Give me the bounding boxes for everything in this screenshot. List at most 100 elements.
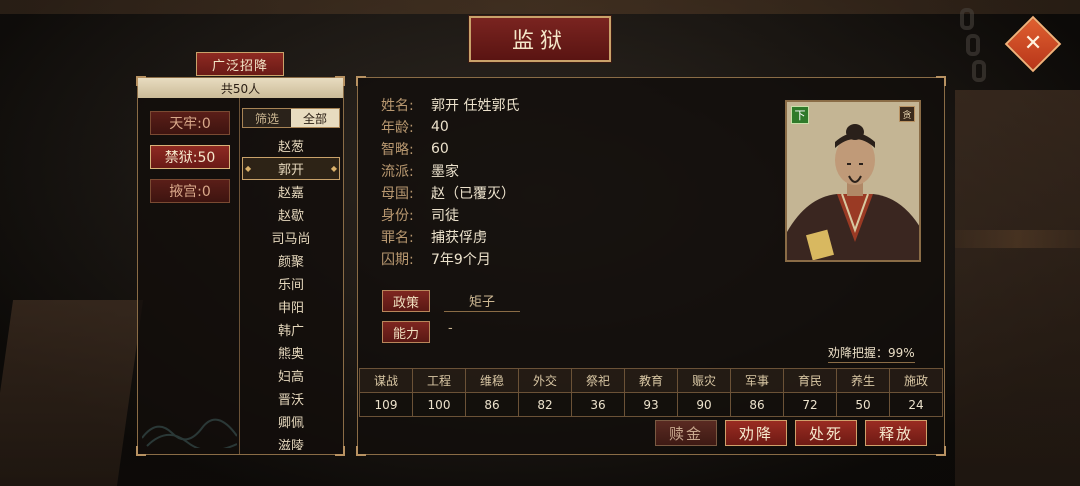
prisoner-detail-panel: 姓名: 郭开 任姓郭氏 年龄: 40 智略: 60 流派: 墨家 母国: 赵（已… <box>356 76 946 456</box>
list-item[interactable]: 司马尚 <box>242 226 340 249</box>
info-row-age: 年龄: 40 <box>381 116 449 138</box>
stat-header: 工程 <box>412 368 466 393</box>
stat-header: 养生 <box>836 368 890 393</box>
list-item[interactable]: 申阳 <box>242 295 340 318</box>
corner-ornament <box>936 76 946 86</box>
info-value: 郭开 任姓郭氏 <box>431 98 520 114</box>
info-row-intellect: 智略: 60 <box>381 138 449 160</box>
corner-ornament <box>356 76 366 86</box>
list-item-selected[interactable]: 郭开 <box>242 157 340 180</box>
info-label: 流派: <box>381 164 414 180</box>
bg-pillar-right <box>955 90 1080 486</box>
surrender-chance: 劝降把握：99% <box>828 344 915 363</box>
release-button[interactable]: 释放 <box>865 420 927 446</box>
stat-value: 50 <box>836 392 890 417</box>
wave-ornament <box>142 418 237 448</box>
prison-list-panel: 共50人 天牢:0 禁狱:50 掖宫:0 筛选 全部 赵葱 郭开 赵嘉 赵歇 司… <box>136 76 345 456</box>
list-item[interactable]: 晋沃 <box>242 387 340 410</box>
list-item[interactable]: 赵葱 <box>242 134 340 157</box>
stat-value: 82 <box>518 392 572 417</box>
info-label: 身份: <box>381 208 414 224</box>
list-item[interactable]: 赵嘉 <box>242 180 340 203</box>
bg-chain <box>972 60 986 82</box>
stat-header: 施政 <box>889 368 943 393</box>
bg-pillar-left <box>0 300 144 486</box>
info-row-name: 姓名: 郭开 任姓郭氏 <box>381 94 519 116</box>
stat-value: 86 <box>730 392 784 417</box>
info-value: 司徒 <box>431 208 459 224</box>
stats-value-row: 109 100 86 82 36 93 90 86 72 50 24 <box>359 392 943 417</box>
bg-beam-right <box>955 230 1080 248</box>
info-value: 墨家 <box>431 164 459 180</box>
info-row-school: 流派: 墨家 <box>381 160 459 182</box>
filter-row: 筛选 全部 <box>242 108 340 128</box>
info-value: 捕获俘虏 <box>431 230 487 246</box>
filter-all-button[interactable]: 全部 <box>291 109 339 127</box>
close-button[interactable]: ✕ <box>1004 15 1062 73</box>
prisoner-name-list: 赵葱 郭开 赵嘉 赵歇 司马尚 颜聚 乐间 申阳 韩广 熊奥 妇高 晋沃 卿佩 … <box>242 134 340 450</box>
stat-value: 86 <box>465 392 519 417</box>
trait-badge: 贪 <box>899 106 915 122</box>
stat-value: 24 <box>889 392 943 417</box>
corner-ornament <box>356 446 366 456</box>
stat-header: 军事 <box>730 368 784 393</box>
list-item[interactable]: 妇高 <box>242 364 340 387</box>
portrait-figure <box>787 102 919 260</box>
stat-value: 93 <box>624 392 678 417</box>
stat-header: 外交 <box>518 368 572 393</box>
bg-chain <box>960 8 974 30</box>
persuade-button[interactable]: 劝降 <box>725 420 787 446</box>
info-label: 罪名: <box>381 230 414 246</box>
policy-value: 矩子 <box>444 290 520 312</box>
info-row-crime: 罪名: 捕获俘虏 <box>381 226 487 248</box>
info-value: 赵（已覆灭） <box>431 186 515 202</box>
filter-button[interactable]: 筛选 <box>243 109 291 127</box>
stat-value: 109 <box>359 392 413 417</box>
stat-value: 72 <box>783 392 837 417</box>
bg-beam-top <box>0 0 1080 14</box>
list-item[interactable]: 滋陵 <box>242 433 340 450</box>
list-item[interactable]: 颜聚 <box>242 249 340 272</box>
list-item[interactable]: 卿佩 <box>242 410 340 433</box>
list-item[interactable]: 熊奥 <box>242 341 340 364</box>
info-value: 60 <box>431 141 449 157</box>
info-label: 智略: <box>381 142 414 158</box>
close-x-icon: ✕ <box>1023 31 1043 56</box>
list-item[interactable]: 韩广 <box>242 318 340 341</box>
info-label: 年龄: <box>381 120 414 136</box>
stat-value: 90 <box>677 392 731 417</box>
prisoner-portrait: 下 贪 <box>785 100 921 262</box>
prison-tab-yegong[interactable]: 掖宫:0 <box>150 179 230 203</box>
ability-value: - <box>448 321 453 336</box>
ability-button[interactable]: 能力 <box>382 321 430 343</box>
info-row-sentence: 囚期: 7年9个月 <box>381 248 491 270</box>
stat-header: 教育 <box>624 368 678 393</box>
prison-tab-tianlao[interactable]: 天牢:0 <box>150 111 230 135</box>
info-value: 40 <box>431 119 449 135</box>
info-row-identity: 身份: 司徒 <box>381 204 459 226</box>
policy-button[interactable]: 政策 <box>382 290 430 312</box>
info-label: 母国: <box>381 186 414 202</box>
list-item[interactable]: 赵歇 <box>242 203 340 226</box>
stat-header: 育民 <box>783 368 837 393</box>
prison-tab-jinyu[interactable]: 禁狱:50 <box>150 145 230 169</box>
recruit-all-button[interactable]: 广泛招降 <box>196 52 284 76</box>
stat-header: 赈灾 <box>677 368 731 393</box>
page-title: 监狱 <box>468 15 612 63</box>
divider <box>239 98 240 454</box>
stats-header-row: 谋战 工程 维稳 外交 祭祀 教育 赈灾 军事 育民 养生 施政 <box>359 368 943 393</box>
stat-value: 36 <box>571 392 625 417</box>
list-item[interactable]: 乐间 <box>242 272 340 295</box>
info-row-homeland: 母国: 赵（已覆灭） <box>381 182 515 204</box>
corner-ornament <box>936 446 946 456</box>
stats-table: 谋战 工程 维稳 外交 祭祀 教育 赈灾 军事 育民 养生 施政 109 100… <box>359 368 943 417</box>
ransom-button[interactable]: 赎金 <box>655 420 717 446</box>
stat-header: 维稳 <box>465 368 519 393</box>
info-label: 姓名: <box>381 98 414 114</box>
info-label: 囚期: <box>381 252 414 268</box>
rank-badge: 下 <box>791 106 809 124</box>
info-value: 7年9个月 <box>431 252 491 268</box>
stat-header: 谋战 <box>359 368 413 393</box>
stat-value: 100 <box>412 392 466 417</box>
execute-button[interactable]: 处死 <box>795 420 857 446</box>
